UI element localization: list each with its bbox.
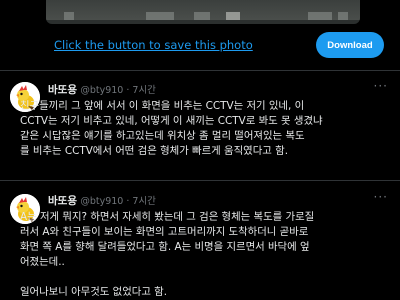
tweet-line: 같은 시답잖은 얘기를 하고있는데 위치상 좀 멀리 떨어져있는 복도	[20, 130, 305, 142]
more-options-icon[interactable]: ···	[374, 190, 388, 204]
photo-detail	[308, 12, 332, 20]
save-photo-link[interactable]: Click the button to save this photo	[54, 38, 253, 52]
tweet-text: A는 저게 뭐지? 하면서 자세히 봤는데 그 검은 형체는 복도를 가로질 러…	[20, 210, 380, 300]
handle-and-time: @bty910 · 7시간	[80, 196, 156, 207]
more-options-icon[interactable]: ···	[374, 79, 388, 93]
photo-detail	[194, 12, 210, 20]
handle-and-time: @bty910 · 7시간	[80, 85, 156, 96]
photo-detail	[64, 12, 74, 20]
tweet-item[interactable]: 바또용 @bty910 · 7시간 ··· 친구들끼리 그 앞에 서서 이 화면…	[0, 70, 400, 180]
tweet-line: 일어나보니 아무것도 없었다고 함.	[20, 286, 168, 298]
photo-detail	[226, 12, 240, 20]
tweet-thread-view: Click the button to save this photo Down…	[0, 0, 400, 300]
tweet-author: 바또용 @bty910 · 7시간	[48, 82, 156, 97]
tweet-author: 바또용 @bty910 · 7시간	[48, 193, 156, 208]
tweet-item[interactable]: 바또용 @bty910 · 7시간 ··· A는 저게 뭐지? 하면서 자세히 …	[0, 180, 400, 300]
photo-detail	[146, 12, 174, 20]
tweet-text: 친구들끼리 그 앞에 서서 이 화면을 비추는 CCTV는 저기 있네, 이 C…	[20, 99, 380, 159]
display-name[interactable]: 바또용	[48, 84, 77, 96]
tweet-line: 러서 A와 친구들이 보이는 화면의 고트머리까지 도착하더니 곧바로	[20, 226, 309, 238]
tweet-line: 를 비추는 CCTV에서 어떤 검은 형체가 빠르게 움직였다고 함.	[20, 145, 288, 157]
tweet-line: A는 저게 뭐지? 하면서 자세히 봤는데 그 검은 형체는 복도를 가로질	[20, 211, 315, 223]
tweet-line: 친구들끼리 그 앞에 서서 이 화면을 비추는 CCTV는 저기 있네, 이	[20, 100, 305, 112]
display-name[interactable]: 바또용	[48, 195, 77, 207]
photo-detail	[338, 12, 348, 20]
tweet-line: 어졌는데..	[20, 256, 65, 268]
download-button[interactable]: Download	[316, 32, 384, 58]
tweet-line: CCTV는 저기 비추고 있네, 어떻게 이 새끼는 CCTV로 봐도 못 생겼…	[20, 115, 323, 127]
tweet-line	[20, 270, 380, 285]
tweet-line: 화면 쪽 A를 향해 달려들었다고 함. A는 비명을 지르면서 바닥에 엎	[20, 241, 310, 253]
tweet-photo[interactable]	[46, 0, 360, 24]
